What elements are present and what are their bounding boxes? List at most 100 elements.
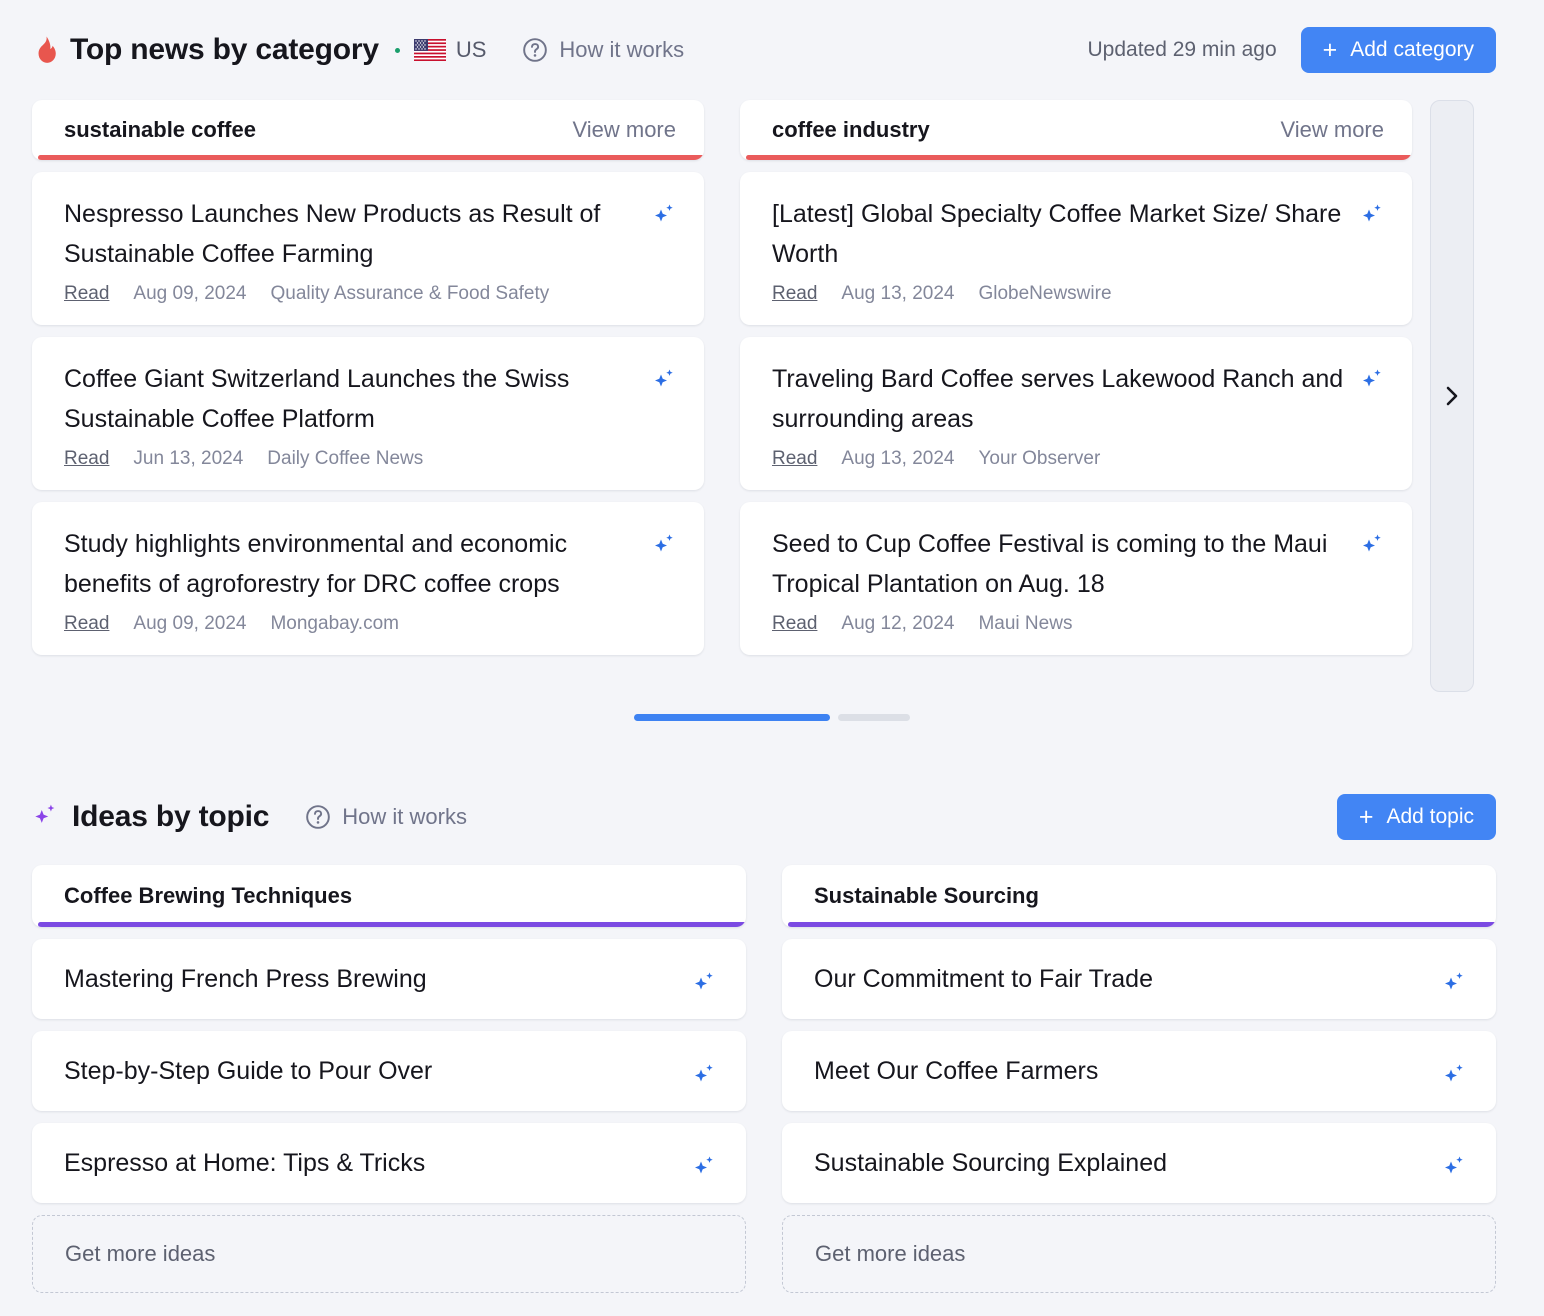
view-more-link[interactable]: View more xyxy=(1280,117,1384,143)
news-how-it-works-label: How it works xyxy=(559,37,684,63)
topic-header[interactable]: Coffee Brewing Techniques xyxy=(32,865,746,927)
news-date: Jun 13, 2024 xyxy=(133,448,243,470)
news-card-top: Study highlights environmental and econo… xyxy=(64,524,676,604)
news-source: Mongabay.com xyxy=(270,613,399,635)
ai-sparkle-icon[interactable] xyxy=(1360,203,1384,229)
pagination-segment-active[interactable] xyxy=(634,714,830,721)
ai-sparkle-icon[interactable] xyxy=(1442,1155,1466,1181)
read-link[interactable]: Read xyxy=(772,613,817,635)
add-category-button[interactable]: + Add category xyxy=(1301,27,1496,73)
news-card[interactable]: Traveling Bard Coffee serves Lakewood Ra… xyxy=(740,337,1412,490)
ideas-how-it-works-label: How it works xyxy=(342,804,467,830)
news-meta: Read Aug 13, 2024 GlobeNewswire xyxy=(772,283,1384,305)
topic-name: Coffee Brewing Techniques xyxy=(64,883,352,909)
idea-title: Meet Our Coffee Farmers xyxy=(814,1057,1098,1086)
chevron-right-icon xyxy=(1445,385,1459,407)
idea-card[interactable]: Sustainable Sourcing Explained xyxy=(782,1123,1496,1203)
idea-card[interactable]: Meet Our Coffee Farmers xyxy=(782,1031,1496,1111)
carousel-pagination xyxy=(0,714,1544,721)
news-card-top: [Latest] Global Specialty Coffee Market … xyxy=(772,194,1384,274)
add-topic-button[interactable]: + Add topic xyxy=(1337,794,1496,840)
news-meta: Read Aug 12, 2024 Maui News xyxy=(772,613,1384,635)
ideas-how-it-works-link[interactable]: How it works xyxy=(305,804,467,830)
idea-title: Step-by-Step Guide to Pour Over xyxy=(64,1057,432,1086)
idea-card[interactable]: Espresso at Home: Tips & Tricks xyxy=(32,1123,746,1203)
plus-icon: + xyxy=(1359,805,1374,830)
news-section-header: Top news by category xyxy=(0,0,1544,100)
page-title: Top news by category xyxy=(70,33,379,67)
get-more-ideas-label: Get more ideas xyxy=(815,1241,965,1267)
topic-header[interactable]: Sustainable Sourcing xyxy=(782,865,1496,927)
ai-sparkle-icon[interactable] xyxy=(1360,533,1384,559)
ai-sparkle-icon[interactable] xyxy=(692,1063,716,1089)
ideas-section-header: Ideas by topic How it works + Add topic xyxy=(0,769,1544,865)
ai-sparkle-icon[interactable] xyxy=(1442,971,1466,997)
get-more-ideas-label: Get more ideas xyxy=(65,1241,215,1267)
news-column-sustainable-coffee: sustainable coffee View more Nespresso L… xyxy=(32,100,704,667)
news-source: Maui News xyxy=(978,613,1072,635)
read-link[interactable]: Read xyxy=(64,448,109,470)
category-name: coffee industry xyxy=(772,117,930,143)
us-flag-icon xyxy=(414,39,446,61)
pagination-segment-inactive[interactable] xyxy=(838,714,910,721)
news-card-top: Traveling Bard Coffee serves Lakewood Ra… xyxy=(772,359,1384,439)
idea-title: Espresso at Home: Tips & Tricks xyxy=(64,1149,425,1178)
news-title: Traveling Bard Coffee serves Lakewood Ra… xyxy=(772,359,1360,439)
category-header[interactable]: coffee industry View more xyxy=(740,100,1412,160)
page-root: Top news by category xyxy=(0,0,1544,1316)
idea-title: Our Commitment to Fair Trade xyxy=(814,965,1153,994)
news-card[interactable]: Coffee Giant Switzerland Launches the Sw… xyxy=(32,337,704,490)
ideas-column-sustainable-sourcing: Sustainable Sourcing Our Commitment to F… xyxy=(782,865,1496,1293)
news-date: Aug 09, 2024 xyxy=(133,283,246,305)
ai-sparkle-icon[interactable] xyxy=(1442,1063,1466,1089)
ai-sparkle-icon[interactable] xyxy=(652,368,676,394)
ai-sparkle-icon[interactable] xyxy=(692,1155,716,1181)
idea-card[interactable]: Our Commitment to Fair Trade xyxy=(782,939,1496,1019)
read-link[interactable]: Read xyxy=(772,283,817,305)
read-link[interactable]: Read xyxy=(64,283,109,305)
ai-sparkle-icon[interactable] xyxy=(692,971,716,997)
news-card[interactable]: [Latest] Global Specialty Coffee Market … xyxy=(740,172,1412,325)
news-card[interactable]: Seed to Cup Coffee Festival is coming to… xyxy=(740,502,1412,655)
add-category-label: Add category xyxy=(1350,38,1474,62)
add-topic-label: Add topic xyxy=(1386,805,1474,829)
get-more-ideas-button[interactable]: Get more ideas xyxy=(32,1215,746,1293)
news-meta: Read Aug 13, 2024 Your Observer xyxy=(772,448,1384,470)
view-more-link[interactable]: View more xyxy=(572,117,676,143)
news-source: Your Observer xyxy=(978,448,1100,470)
news-meta: Read Aug 09, 2024 Mongabay.com xyxy=(64,613,676,635)
locale-label: US xyxy=(456,37,487,63)
ai-sparkle-icon[interactable] xyxy=(1360,368,1384,394)
idea-card[interactable]: Mastering French Press Brewing xyxy=(32,939,746,1019)
read-link[interactable]: Read xyxy=(64,613,109,635)
ai-sparkle-icon[interactable] xyxy=(652,203,676,229)
idea-title: Mastering French Press Brewing xyxy=(64,965,427,994)
get-more-ideas-button[interactable]: Get more ideas xyxy=(782,1215,1496,1293)
ai-sparkle-icon[interactable] xyxy=(652,533,676,559)
news-title: Coffee Giant Switzerland Launches the Sw… xyxy=(64,359,652,439)
news-date: Aug 13, 2024 xyxy=(841,448,954,470)
news-card-top: Seed to Cup Coffee Festival is coming to… xyxy=(772,524,1384,604)
carousel-next-button[interactable] xyxy=(1430,100,1474,692)
ideas-grid: Coffee Brewing Techniques Mastering Fren… xyxy=(0,865,1544,1293)
read-link[interactable]: Read xyxy=(772,448,817,470)
updated-timestamp: Updated 29 min ago xyxy=(1088,38,1277,62)
news-title: Seed to Cup Coffee Festival is coming to… xyxy=(772,524,1360,604)
news-source: Quality Assurance & Food Safety xyxy=(270,283,549,305)
sparkle-icon xyxy=(32,803,58,831)
news-card-top: Nespresso Launches New Products as Resul… xyxy=(64,194,676,274)
ideas-section-title: Ideas by topic xyxy=(72,800,269,834)
news-source: GlobeNewswire xyxy=(978,283,1111,305)
idea-title: Sustainable Sourcing Explained xyxy=(814,1149,1167,1178)
idea-card[interactable]: Step-by-Step Guide to Pour Over xyxy=(32,1031,746,1111)
category-header[interactable]: sustainable coffee View more xyxy=(32,100,704,160)
news-date: Aug 13, 2024 xyxy=(841,283,954,305)
flame-icon xyxy=(32,36,58,64)
ideas-column-coffee-brewing-techniques: Coffee Brewing Techniques Mastering Fren… xyxy=(32,865,746,1293)
news-card[interactable]: Nespresso Launches New Products as Resul… xyxy=(32,172,704,325)
news-how-it-works-link[interactable]: How it works xyxy=(522,37,684,63)
news-meta: Read Aug 09, 2024 Quality Assurance & Fo… xyxy=(64,283,676,305)
news-card[interactable]: Study highlights environmental and econo… xyxy=(32,502,704,655)
news-title: Nespresso Launches New Products as Resul… xyxy=(64,194,652,274)
help-circle-icon xyxy=(305,804,331,830)
